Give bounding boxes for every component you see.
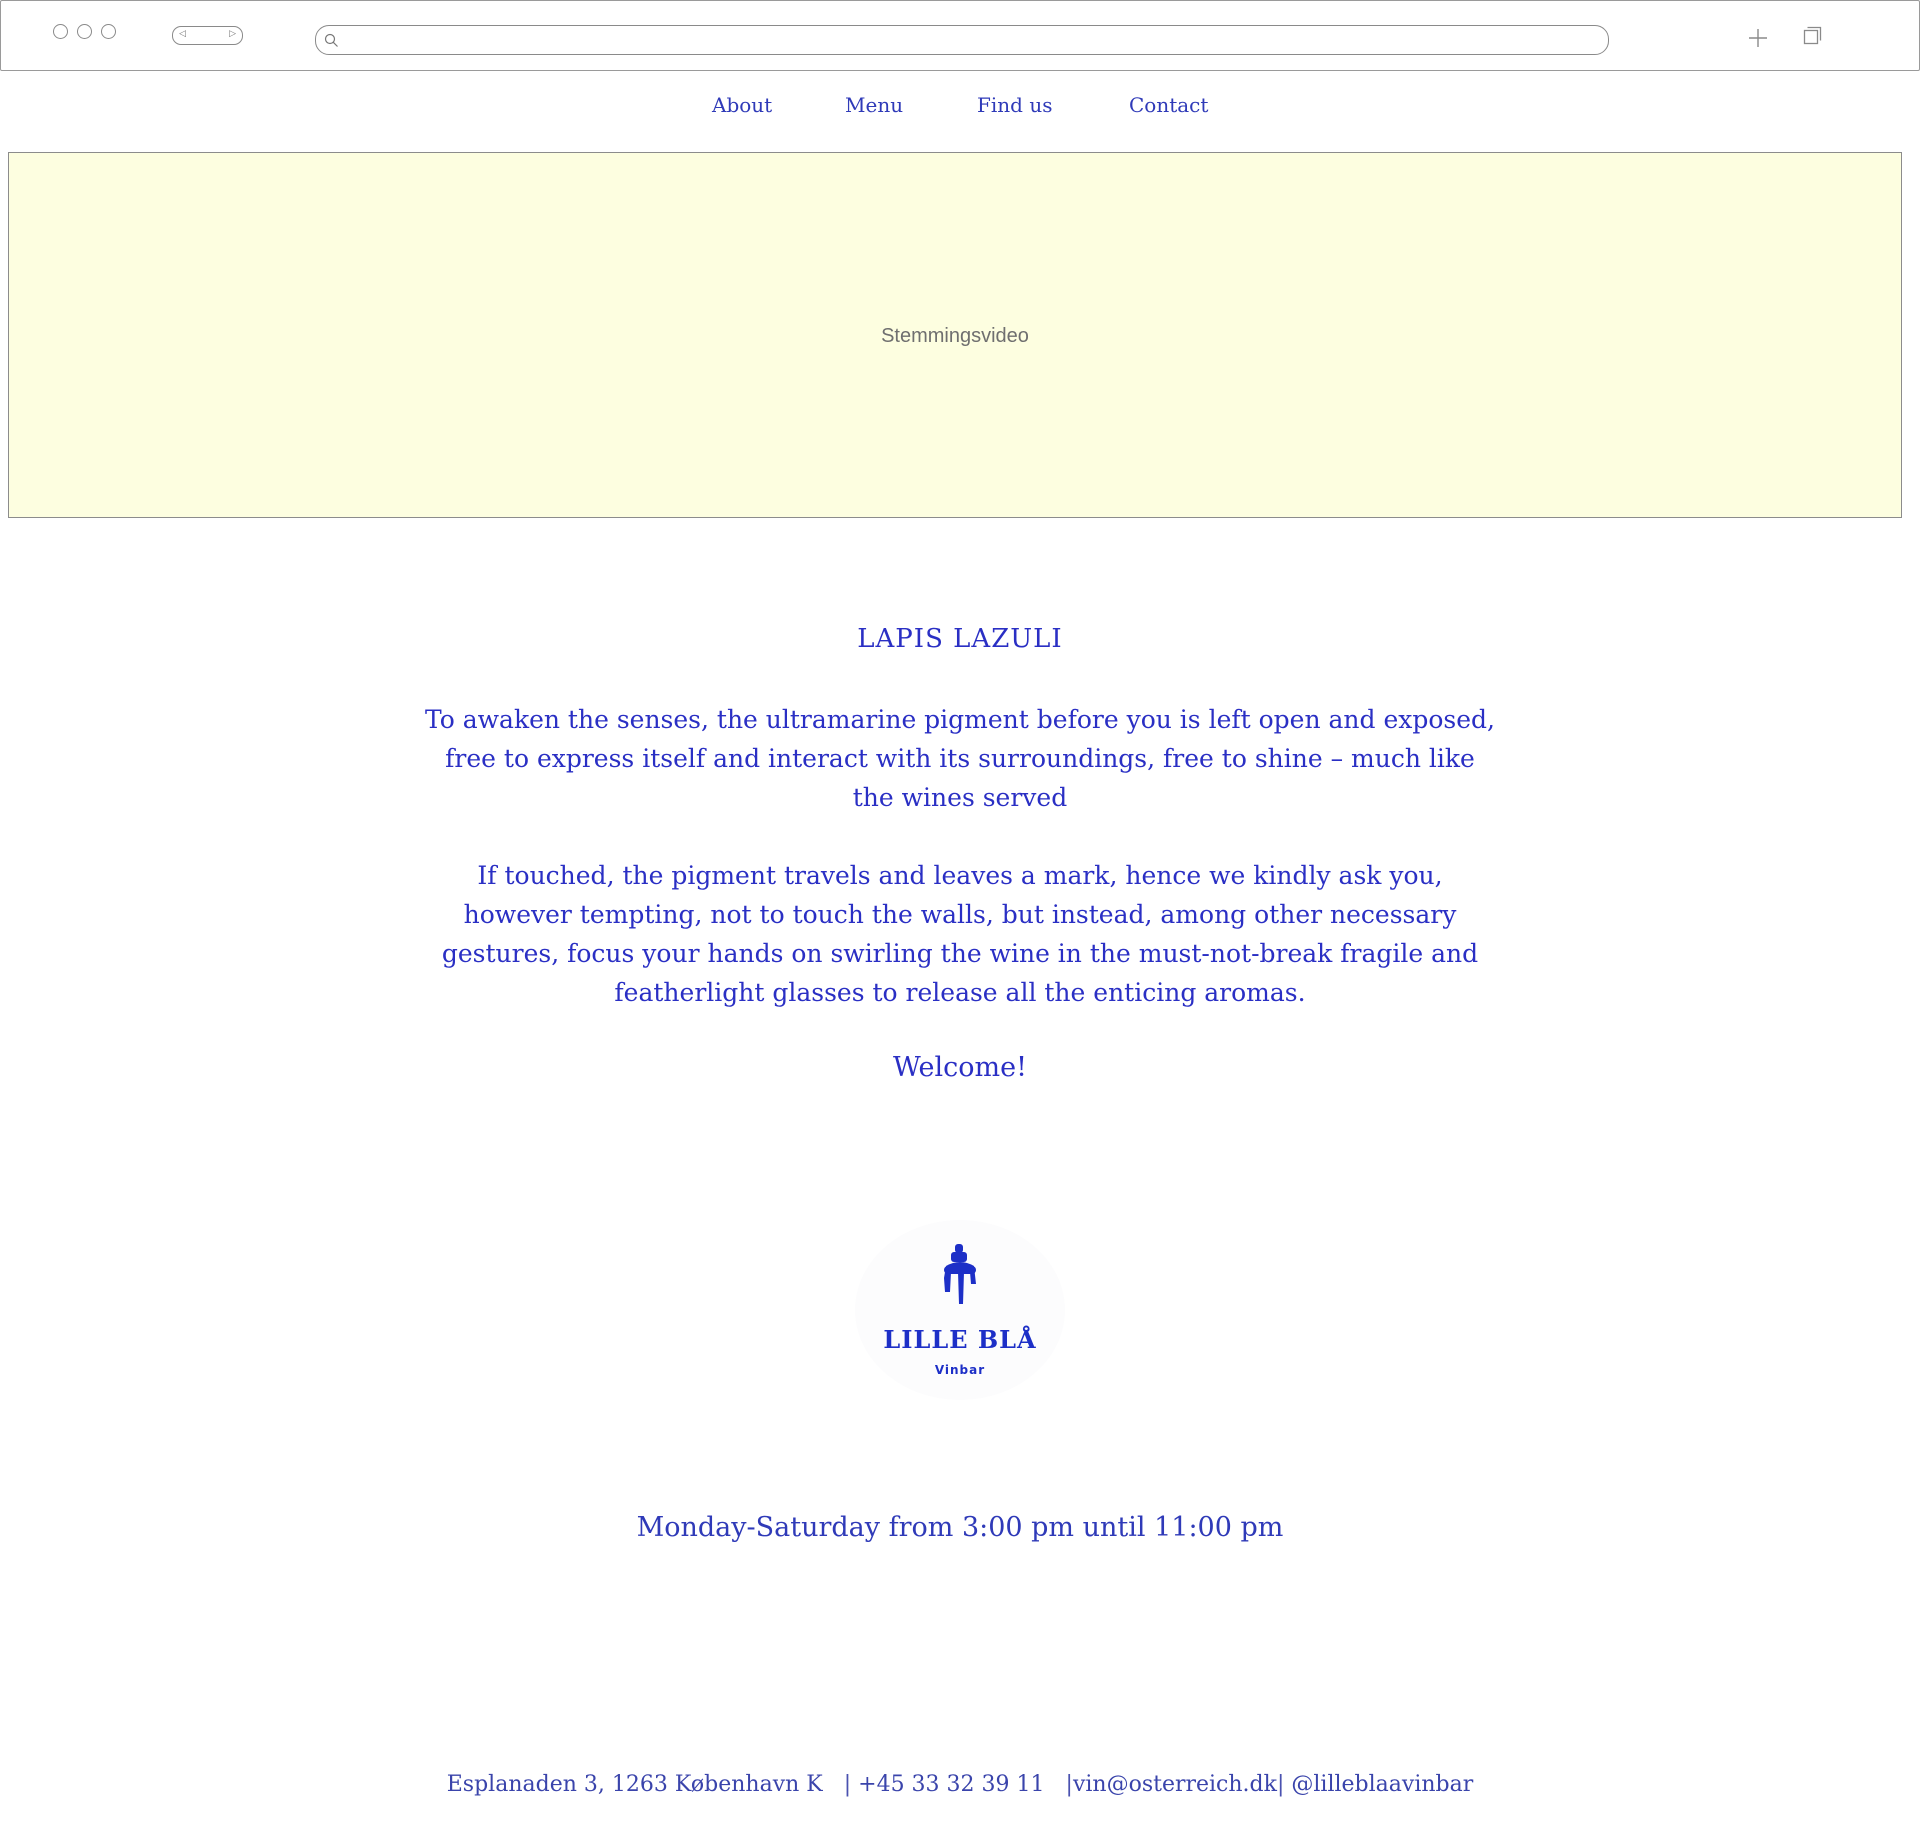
video-placeholder-label: Stemmingsvideo <box>881 325 1029 347</box>
nav-link-menu[interactable]: Menu <box>845 93 903 117</box>
nav-link-about[interactable]: About <box>712 93 772 117</box>
window-minimize-button[interactable] <box>77 24 92 39</box>
figure-icon <box>944 1244 976 1304</box>
brand-name: LILLE BLÅ <box>883 1325 1037 1354</box>
tabs-overview-icon[interactable] <box>1802 25 1824 47</box>
search-icon <box>324 33 338 47</box>
footer-separator: | <box>843 1772 852 1797</box>
footer-phone[interactable]: +45 33 32 39 11 <box>858 1772 1044 1797</box>
footer-separator: | <box>1276 1772 1285 1797</box>
welcome-text: Welcome! <box>893 1052 1027 1083</box>
intro-paragraph-1: To awaken the senses, the ultramarine pi… <box>425 705 1495 812</box>
mood-video-placeholder[interactable]: Stemmingsvideo <box>8 152 1902 518</box>
new-tab-plus-icon[interactable] <box>1745 25 1771 51</box>
intro-title: LAPIS LAZULI <box>857 624 1063 654</box>
footer-separator: | <box>1065 1772 1073 1797</box>
address-bar[interactable] <box>315 25 1609 55</box>
footer-email[interactable]: vin@osterreich.dk <box>1073 1772 1277 1797</box>
window-maximize-button[interactable] <box>101 24 116 39</box>
brand-logo: LILLE BLÅ Vinbar <box>855 1220 1065 1400</box>
back-arrow-icon[interactable]: ◁ <box>179 29 186 40</box>
footer-address: Esplanaden 3, 1263 København K <box>446 1772 823 1797</box>
brand-subtitle: Vinbar <box>934 1363 986 1377</box>
opening-hours: Monday-Saturday from 3:00 pm until 11:00… <box>636 1512 1284 1543</box>
history-nav-control: ◁ ▷ <box>172 26 243 45</box>
forward-arrow-icon[interactable]: ▷ <box>229 29 236 40</box>
nav-link-contact[interactable]: Contact <box>1129 93 1208 117</box>
window-close-button[interactable] <box>53 24 68 39</box>
browser-chrome: ◁ ▷ <box>0 0 1920 71</box>
footer-contact: Esplanaden 3, 1263 København K | +45 33 … <box>0 1772 1920 1797</box>
nav-link-find-us[interactable]: Find us <box>977 93 1052 117</box>
footer-instagram[interactable]: @lilleblaavinbar <box>1291 1772 1473 1797</box>
intro-paragraph-2: If touched, the pigment travels and leav… <box>441 861 1479 1007</box>
